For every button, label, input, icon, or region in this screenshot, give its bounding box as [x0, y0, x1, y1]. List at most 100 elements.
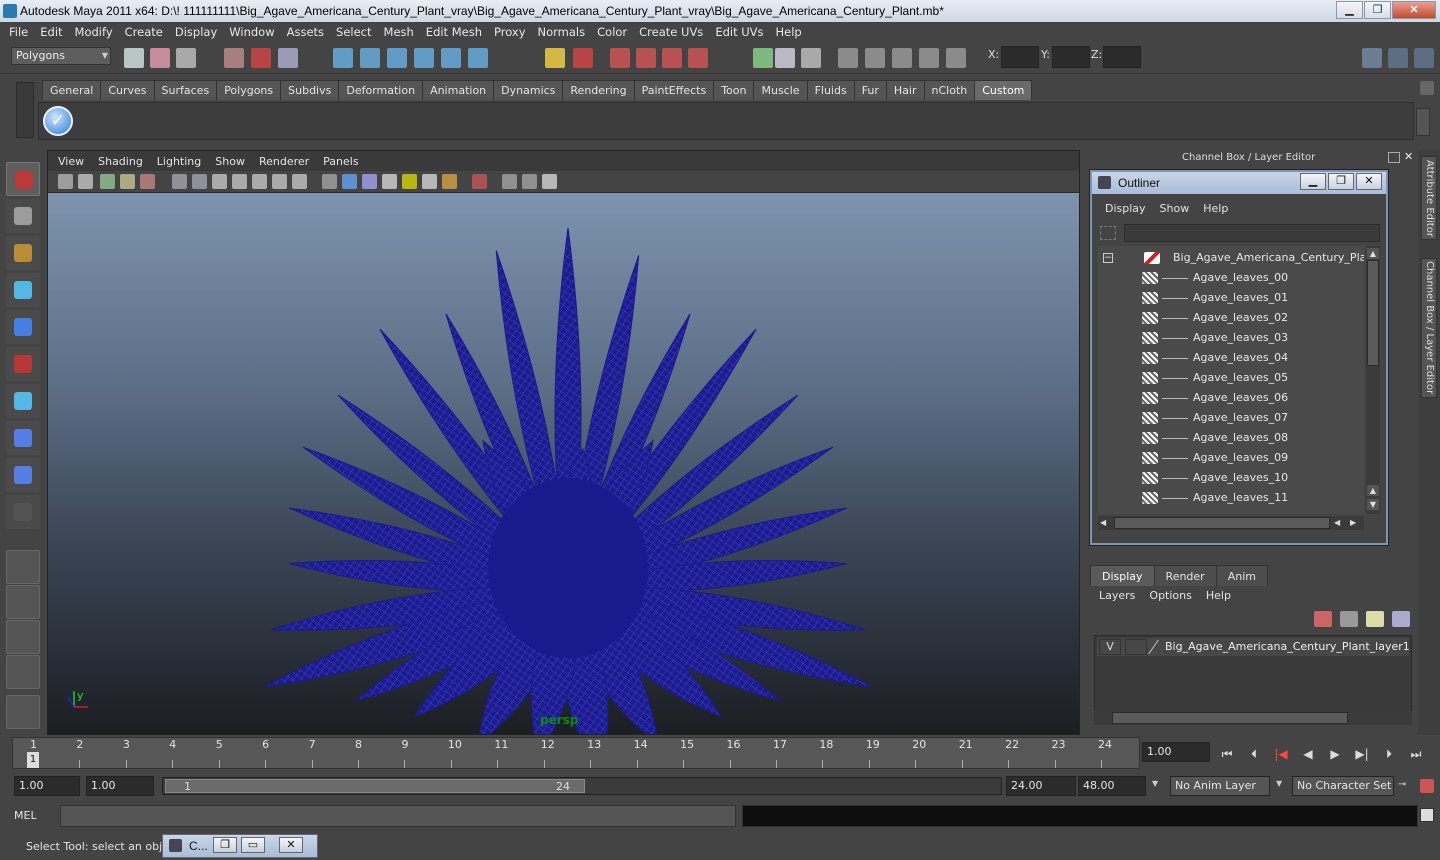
play-backwards-icon[interactable]: ◀ [1299, 745, 1317, 763]
new-scene-icon[interactable] [124, 48, 144, 68]
go-to-start-icon[interactable]: ⏮ [1218, 745, 1236, 763]
minimized-close-button[interactable]: ✕ [279, 837, 303, 853]
animation-end-input[interactable]: 48.00 [1078, 776, 1146, 796]
outliner-item[interactable]: Agave_leaves_03 [1098, 328, 1364, 348]
outliner-item[interactable]: Agave_leaves_05 [1098, 368, 1364, 388]
layer-menu-help[interactable]: Help [1199, 589, 1238, 602]
menu-modify[interactable]: Modify [69, 25, 119, 39]
viewport-tool-icon[interactable] [322, 174, 337, 189]
layer-stack-icon[interactable] [1340, 611, 1358, 627]
outliner-menu-help[interactable]: Help [1196, 202, 1235, 215]
3d-scene-view[interactable]: y persp [48, 193, 1079, 734]
viewport-tool-icon[interactable] [382, 174, 397, 189]
layer-menu-options[interactable]: Options [1142, 589, 1198, 602]
soft-modification-icon[interactable] [6, 421, 40, 455]
z-input[interactable] [1103, 46, 1141, 68]
range-handle[interactable]: 1 24 [165, 779, 585, 793]
display-settings-icon[interactable] [775, 48, 795, 68]
close-panel-icon[interactable]: ✕ [1404, 150, 1416, 163]
trash-icon[interactable] [1420, 81, 1434, 95]
lock-icon[interactable] [545, 48, 565, 68]
outliner-menu-show[interactable]: Show [1153, 202, 1197, 215]
timeline-ruler[interactable]: 1 2 3 4 5 6 7 8 9 10 11 12 13 14 15 16 17 18 19 20 21 22 23 24 1 [12, 737, 1140, 769]
menu-create[interactable]: Create [119, 25, 169, 39]
create-layer-from-selected-icon[interactable] [1392, 611, 1410, 627]
shelf-options-handle[interactable] [16, 82, 34, 138]
viewport-tool-icon[interactable] [422, 174, 437, 189]
paint-select-tool-icon[interactable] [6, 236, 40, 270]
create-layer-icon[interactable] [1366, 611, 1384, 627]
menu-display[interactable]: Display [169, 25, 223, 39]
menu-mesh[interactable]: Mesh [378, 25, 420, 39]
shelf-tab-polygons[interactable]: Polygons [216, 80, 282, 100]
play-forwards-icon[interactable]: ▶ [1326, 745, 1344, 763]
viewport-tool-icon[interactable] [342, 174, 357, 189]
float-panel-icon[interactable] [1388, 152, 1400, 163]
step-forward-frame-icon[interactable]: ⏵ [1380, 745, 1398, 763]
outliner-item[interactable]: Agave_leaves_02 [1098, 308, 1364, 328]
outliner-item[interactable]: Agave_leaves_09 [1098, 448, 1364, 468]
move-tool-icon[interactable] [6, 273, 40, 307]
show-manipulator-icon[interactable] [6, 458, 40, 492]
menu-set-dropdown[interactable]: Polygons [11, 47, 111, 65]
y-input[interactable] [1052, 46, 1090, 68]
chevron-down-icon[interactable]: ▼ [1152, 779, 1158, 788]
layer-tab-anim[interactable]: Anim [1215, 565, 1268, 586]
shelf-tab-animation[interactable]: Animation [422, 80, 495, 100]
viewport-tool-icon[interactable] [292, 174, 307, 189]
layer-tab-render[interactable]: Render [1153, 565, 1217, 586]
agave-plant-wireframe[interactable] [48, 193, 1079, 734]
outliner-item[interactable]: Agave_leaves_00 [1098, 268, 1364, 288]
shelf-tab-fluids[interactable]: Fluids [806, 80, 855, 100]
shelf-tab-muscle[interactable]: Muscle [753, 80, 808, 100]
snap-live-icon[interactable] [441, 48, 461, 68]
step-forward-key-icon[interactable]: ▶| [1353, 745, 1371, 763]
shelf-tab-custom[interactable]: Custom [974, 80, 1033, 100]
outliner-item[interactable]: Agave_leaves_10 [1098, 468, 1364, 488]
shelf-tab-toon[interactable]: Toon [713, 80, 755, 100]
menu-create-uvs[interactable]: Create UVs [633, 25, 709, 39]
outliner-search-input[interactable] [1124, 224, 1380, 242]
layer-display-type-toggle[interactable] [1125, 639, 1147, 655]
viewport-tool-icon[interactable] [78, 174, 93, 189]
chevron-down-icon[interactable]: ▼ [1276, 779, 1282, 788]
snap-view-icon[interactable] [414, 48, 434, 68]
shelf-tab-ncloth[interactable]: nCloth [923, 80, 976, 100]
shelf-tab-dynamics[interactable]: Dynamics [493, 80, 564, 100]
viewport-layout-icon[interactable] [865, 48, 885, 68]
playback-end-input[interactable]: 24.00 [1006, 776, 1076, 796]
outliner-root-item[interactable]: − Big_Agave_Americana_Century_Plant [1098, 248, 1364, 268]
viewport-tool-icon[interactable] [362, 174, 377, 189]
render-view-icon[interactable] [753, 48, 773, 68]
menu-proxy[interactable]: Proxy [488, 25, 532, 39]
ipr-icon[interactable] [636, 48, 656, 68]
universal-manipulator-icon[interactable] [6, 384, 40, 418]
save-scene-icon[interactable] [176, 48, 196, 68]
minimized-maximize-button[interactable]: ▭ [241, 837, 265, 853]
maximize-button[interactable]: ❐ [1364, 1, 1391, 19]
scroll-up-icon[interactable]: ▲ [1367, 248, 1379, 259]
layer-menu-layers[interactable]: Layers [1092, 589, 1142, 602]
collapse-icon[interactable]: − [1103, 253, 1113, 263]
layer-row[interactable]: V Big_Agave_Americana_Century_Plant_laye… [1097, 638, 1410, 656]
outliner-item[interactable]: Agave_leaves_11 [1098, 488, 1364, 508]
current-frame-input[interactable]: 1.00 [1142, 742, 1210, 762]
select-tool-icon[interactable] [6, 162, 40, 196]
scroll-up-icon[interactable]: ▲ [1367, 485, 1379, 496]
animation-preferences-icon[interactable] [1420, 779, 1434, 793]
script-icon[interactable] [801, 48, 821, 68]
shelf-tab-subdivs[interactable]: Subdivs [280, 80, 340, 100]
x-input[interactable] [1001, 46, 1039, 68]
menu-select[interactable]: Select [330, 25, 377, 39]
menu-file[interactable]: File [3, 25, 34, 39]
snap-curve-icon[interactable] [360, 48, 380, 68]
filter-icon[interactable] [1100, 226, 1116, 240]
shelf-tab-painteffects[interactable]: PaintEffects [633, 80, 715, 100]
shelf-tab-fur[interactable]: Fur [853, 80, 887, 100]
snap-grid-icon[interactable] [333, 48, 353, 68]
viewport-tool-icon[interactable] [542, 174, 557, 189]
scroll-left-icon[interactable]: ◀ [1334, 517, 1344, 529]
character-set-dropdown[interactable]: No Character Set [1292, 776, 1394, 796]
shelf-tab-hair[interactable]: Hair [885, 80, 925, 100]
outliner-vertical-scrollbar[interactable]: ▲ ▲ ▼ [1366, 246, 1380, 514]
